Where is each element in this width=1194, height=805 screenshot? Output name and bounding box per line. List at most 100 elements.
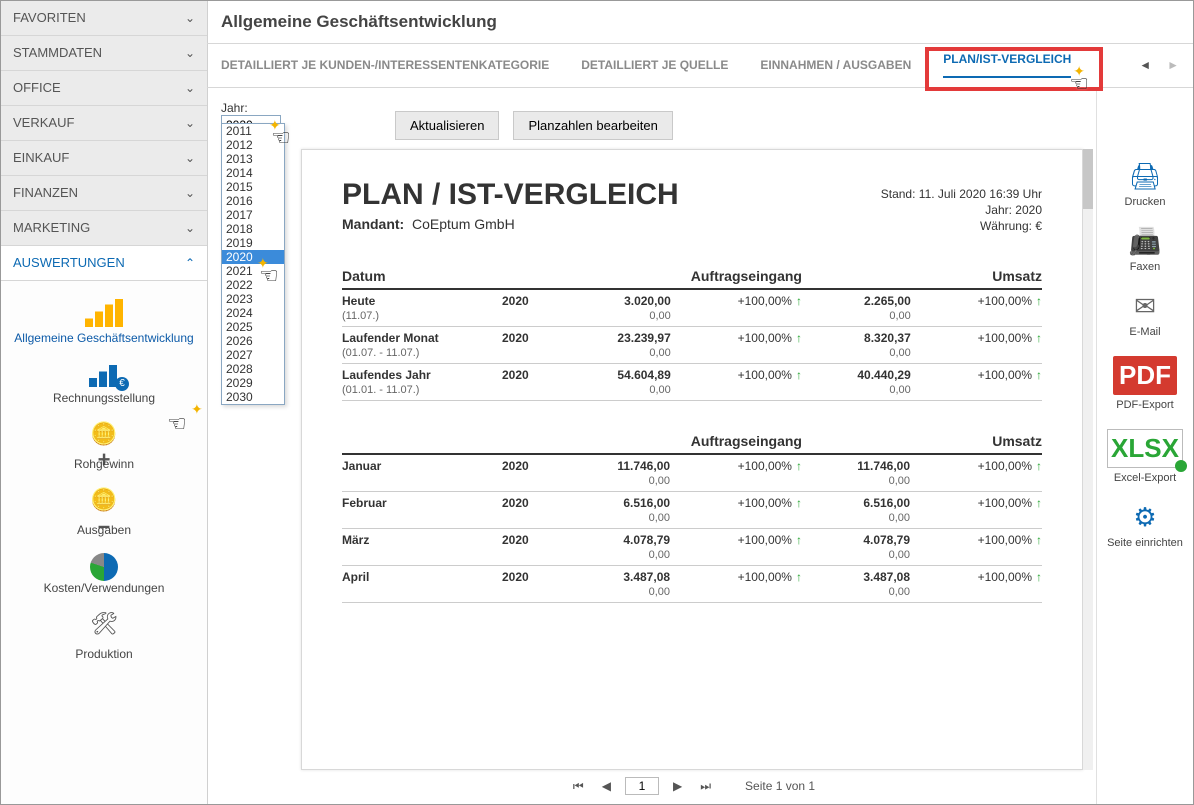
year-label: Jahr: xyxy=(221,101,281,115)
sidebar-item-produktion[interactable]: 🛠 Produktion xyxy=(1,603,207,669)
sidebar-item-label: Rechnungsstellung xyxy=(53,391,155,405)
col-auftragseingang: Auftragseingang xyxy=(562,264,802,289)
action-faxen[interactable]: 📠 Faxen xyxy=(1129,226,1161,273)
year-option[interactable]: 2018 xyxy=(222,222,284,236)
months-table: Auftragseingang Umsatz Januar 2020 11.74… xyxy=(342,429,1042,603)
table-row: Heute(11.07.) 2020 3.020,000,00 +100,00%… xyxy=(342,289,1042,327)
pager-page-input[interactable] xyxy=(625,777,659,795)
tabs: DETAILLIERT JE KUNDEN-/INTERESSENTENKATE… xyxy=(207,43,1193,88)
tab-quelle[interactable]: DETAILLIERT JE QUELLE xyxy=(581,58,728,72)
year-option[interactable]: 2015 xyxy=(222,180,284,194)
year-option[interactable]: 2020 xyxy=(222,250,284,264)
action-pdf[interactable]: PDF PDF-Export xyxy=(1113,356,1177,411)
sidebar-item-label: Produktion xyxy=(75,647,132,661)
mandant-label: Mandant: xyxy=(342,216,404,232)
sidebar-item-rechnungsstellung[interactable]: Rechnungsstellung xyxy=(1,353,207,413)
report-area[interactable]: PLAN / IST-VERGLEICH Mandant: CoEptum Gm… xyxy=(301,149,1083,770)
nav-group-finanzen[interactable]: FINANZEN⌄ xyxy=(1,176,207,211)
sidebar-item-ausgaben[interactable]: 🪙 Ausgaben xyxy=(1,479,207,545)
jahr-value: 2020 xyxy=(1015,203,1042,217)
year-option[interactable]: 2011 xyxy=(222,124,284,138)
year-option[interactable]: 2029 xyxy=(222,376,284,390)
nav-group-office[interactable]: OFFICE⌄ xyxy=(1,71,207,106)
year-option[interactable]: 2016 xyxy=(222,194,284,208)
sidebar-item-rohgewinn[interactable]: 🪙 Rohgewinn xyxy=(1,413,207,479)
fax-icon: 📠 xyxy=(1129,226,1161,257)
action-label: Drucken xyxy=(1125,196,1166,208)
scrollbar-thumb[interactable] xyxy=(1083,149,1093,209)
pager: ⏮ ◀ ▶ ⏭ Seite 1 von 1 xyxy=(301,772,1083,800)
page-title-text: Allgemeine Geschäftsentwicklung xyxy=(221,12,497,32)
aktualisieren-button[interactable]: Aktualisieren xyxy=(395,111,499,140)
chevron-down-icon: ⌄ xyxy=(185,71,195,105)
action-email[interactable]: ✉ E-Mail xyxy=(1129,291,1160,338)
action-drucken[interactable]: 🖨Drucken xyxy=(1125,161,1166,208)
year-option[interactable]: 2027 xyxy=(222,348,284,362)
year-option[interactable]: 2014 xyxy=(222,166,284,180)
year-option[interactable]: 2019 xyxy=(222,236,284,250)
pager-prev-icon[interactable]: ◀ xyxy=(598,779,615,793)
action-seite-einrichten[interactable]: ⚙Seite einrichten xyxy=(1107,502,1183,549)
nav-group-marketing[interactable]: MARKETING⌄ xyxy=(1,211,207,246)
tab-plan-ist[interactable]: PLAN/IST-VERGLEICH xyxy=(943,52,1071,78)
year-option[interactable]: 2028 xyxy=(222,362,284,376)
year-select[interactable]: Jahr: 2011201220132014201520162017201820… xyxy=(221,101,281,135)
nav-group-auswertungen[interactable]: AUSWERTUNGEN⌃ xyxy=(1,246,207,281)
sidebar-item-allgemeine[interactable]: Allgemeine Geschäftsentwicklung xyxy=(1,291,207,353)
col-datum: Datum xyxy=(342,264,502,289)
waehrung-value: € xyxy=(1035,219,1042,233)
stand-value: 11. Juli 2020 16:39 Uhr xyxy=(919,187,1042,201)
scrollbar-vertical[interactable] xyxy=(1083,149,1093,770)
gear-icon: ⚙ xyxy=(1133,502,1156,533)
year-option[interactable]: 2023 xyxy=(222,292,284,306)
table-row: April 2020 3.487,080,00 +100,00%↑ 3.487,… xyxy=(342,566,1042,603)
waehrung-label: Währung: xyxy=(980,219,1032,233)
nav-group-stammdaten[interactable]: STAMMDATEN⌄ xyxy=(1,36,207,71)
sidebar-item-label: Kosten/Verwendungen xyxy=(44,581,165,595)
year-option[interactable]: 2013 xyxy=(222,152,284,166)
coins-plus-icon: 🪙 xyxy=(84,421,124,453)
nav-group-favoriten[interactable]: FAVORITEN⌄ xyxy=(1,1,207,36)
nav-group-verkauf[interactable]: VERKAUF⌄ xyxy=(1,106,207,141)
bar-chart-euro-icon xyxy=(89,361,119,387)
action-excel[interactable]: XLSXExcel-Export xyxy=(1107,429,1183,484)
pager-last-icon[interactable]: ⏭ xyxy=(696,779,715,794)
action-label: Faxen xyxy=(1130,261,1161,273)
year-dropdown-list[interactable]: 2011201220132014201520162017201820192020… xyxy=(221,123,285,405)
year-option[interactable]: 2021 xyxy=(222,264,284,278)
planzahlen-button[interactable]: Planzahlen bearbeiten xyxy=(513,111,672,140)
year-option[interactable]: 2017 xyxy=(222,208,284,222)
table-row: Laufender Monat(01.07. - 11.07.) 2020 23… xyxy=(342,327,1042,364)
chevron-down-icon: ⌄ xyxy=(185,176,195,210)
year-option[interactable]: 2030 xyxy=(222,390,284,404)
year-option[interactable]: 2024 xyxy=(222,306,284,320)
chevron-down-icon: ⌄ xyxy=(185,141,195,175)
year-option[interactable]: 2012 xyxy=(222,138,284,152)
tab-einnahmen-ausgaben[interactable]: EINNAHMEN / AUSGABEN xyxy=(760,58,911,72)
tab-next-icon[interactable]: ► xyxy=(1167,58,1179,72)
chevron-up-icon: ⌃ xyxy=(185,246,195,280)
year-option[interactable]: 2022 xyxy=(222,278,284,292)
coins-minus-icon: 🪙 xyxy=(84,487,124,519)
nav-group-label: MARKETING xyxy=(13,211,90,245)
table-row: Februar 2020 6.516,000,00 +100,00%↑ 6.51… xyxy=(342,492,1042,529)
tools-icon: 🛠 xyxy=(84,611,124,643)
nav-group-einkauf[interactable]: EINKAUF⌄ xyxy=(1,141,207,176)
action-label: Excel-Export xyxy=(1114,472,1176,484)
mail-icon: ✉ xyxy=(1134,291,1156,322)
pdf-icon: PDF xyxy=(1113,356,1177,395)
tab-kundenkategorie[interactable]: DETAILLIERT JE KUNDEN-/INTERESSENTENKATE… xyxy=(221,58,549,72)
chevron-down-icon: ⌄ xyxy=(185,36,195,70)
pager-text: Seite 1 von 1 xyxy=(745,779,815,793)
nav-group-label: FAVORITEN xyxy=(13,1,86,35)
action-label: PDF-Export xyxy=(1116,399,1173,411)
jahr-label: Jahr: xyxy=(985,203,1012,217)
year-option[interactable]: 2026 xyxy=(222,334,284,348)
pie-chart-icon xyxy=(90,553,118,581)
pager-first-icon[interactable]: ⏮ xyxy=(569,779,588,794)
sidebar-item-kosten[interactable]: Kosten/Verwendungen xyxy=(1,545,207,603)
tab-prev-icon[interactable]: ◄ xyxy=(1139,58,1151,72)
year-option[interactable]: 2025 xyxy=(222,320,284,334)
pager-next-icon[interactable]: ▶ xyxy=(669,779,686,793)
action-label: E-Mail xyxy=(1129,326,1160,338)
